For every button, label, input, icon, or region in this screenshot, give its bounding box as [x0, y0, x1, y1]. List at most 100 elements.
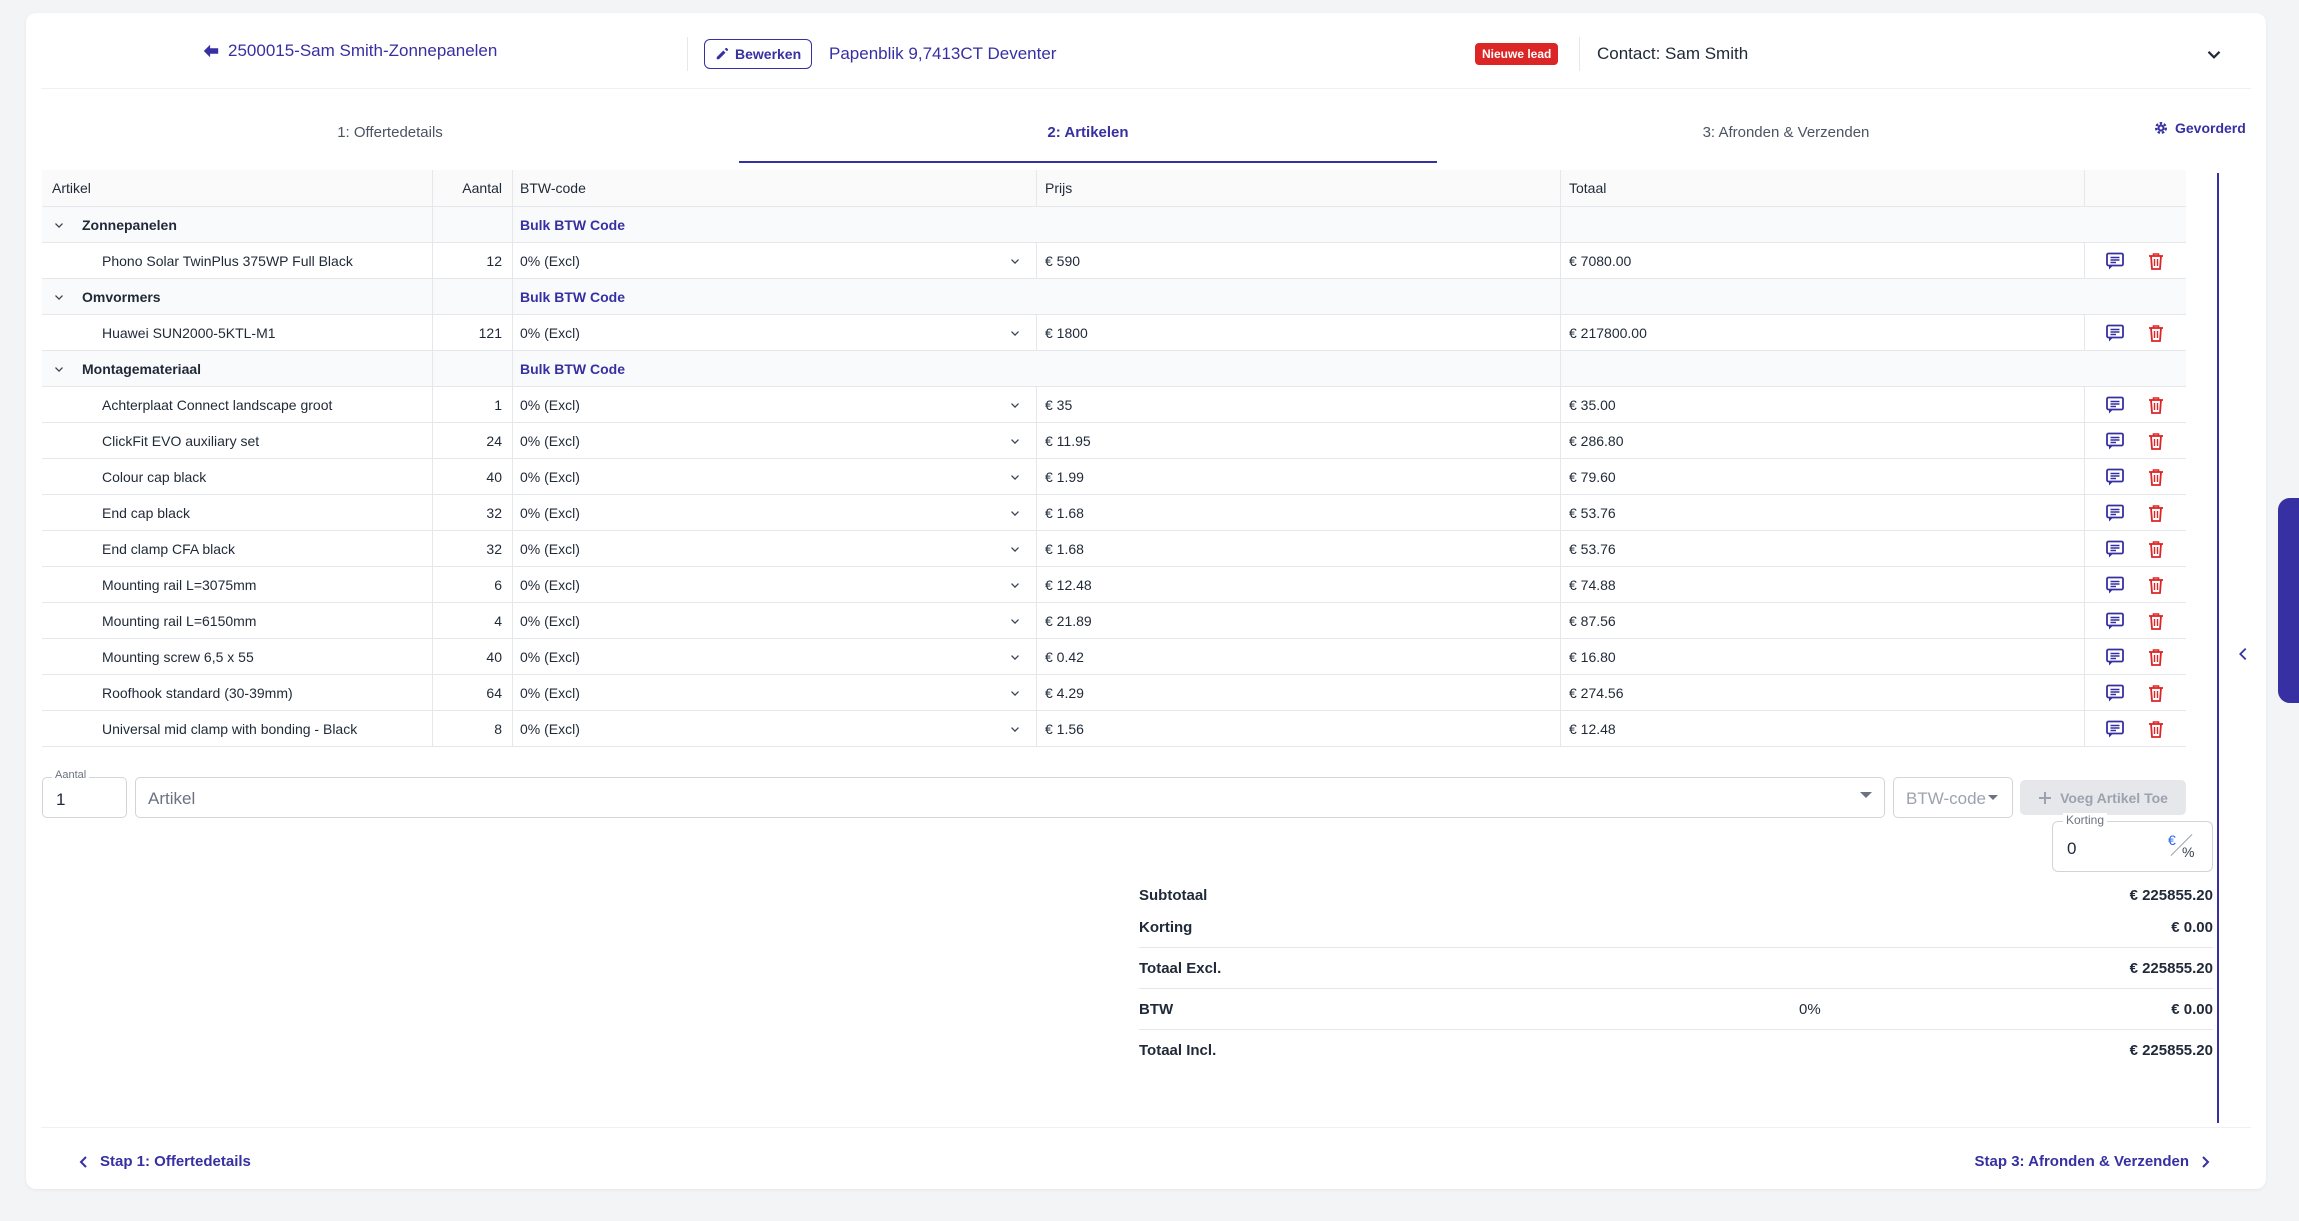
- delete-button[interactable]: [2145, 682, 2167, 704]
- advanced-button[interactable]: Gevorderd: [2153, 120, 2246, 136]
- vat-select[interactable]: 0% (Excl): [512, 675, 1036, 710]
- bulk-vat-link[interactable]: Bulk BTW Code: [520, 217, 625, 233]
- side-panel-tab[interactable]: [2278, 498, 2299, 703]
- quantity-cell[interactable]: 64: [432, 675, 512, 710]
- price-cell[interactable]: € 590: [1036, 243, 1560, 278]
- chevron-down-icon[interactable]: [52, 218, 66, 232]
- next-step-link[interactable]: Stap 3: Afronden & Verzenden: [1975, 1153, 2211, 1170]
- vat-select[interactable]: 0% (Excl): [512, 243, 1036, 278]
- back-link[interactable]: 2500015-Sam Smith-Zonnepanelen: [202, 41, 497, 61]
- quantity-cell[interactable]: 8: [432, 711, 512, 746]
- comment-button[interactable]: [2104, 646, 2126, 668]
- delete-button[interactable]: [2145, 502, 2167, 524]
- delete-button[interactable]: [2145, 646, 2167, 668]
- delete-button[interactable]: [2145, 430, 2167, 452]
- quantity-cell[interactable]: 1: [432, 387, 512, 422]
- group-name-cell: Omvormers: [42, 279, 432, 314]
- discount-type-toggle[interactable]: € %: [2165, 832, 2199, 860]
- vat-select[interactable]: 0% (Excl): [512, 387, 1036, 422]
- vat-select[interactable]: 0% (Excl): [512, 567, 1036, 602]
- delete-button[interactable]: [2145, 538, 2167, 560]
- vat-value: 0% (Excl): [520, 720, 580, 737]
- comment-button[interactable]: [2104, 394, 2126, 416]
- tab-artikelen[interactable]: 2: Artikelen: [739, 103, 1437, 163]
- quantity-cell[interactable]: 4: [432, 603, 512, 638]
- delete-button[interactable]: [2145, 574, 2167, 596]
- vat-select[interactable]: 0% (Excl): [512, 495, 1036, 530]
- quantity-cell[interactable]: 12: [432, 243, 512, 278]
- group-actions-cell: [2084, 207, 2186, 242]
- tab-offertedetails[interactable]: 1: Offertedetails: [41, 103, 739, 163]
- price-cell[interactable]: € 1.56: [1036, 711, 1560, 746]
- comment-button[interactable]: [2104, 718, 2126, 740]
- price-cell[interactable]: € 1.68: [1036, 531, 1560, 566]
- bulk-vat-link[interactable]: Bulk BTW Code: [520, 361, 625, 377]
- vat-select[interactable]: 0% (Excl): [512, 711, 1036, 746]
- row-actions: [2084, 315, 2186, 350]
- add-article-button[interactable]: Voeg Artikel Toe: [2020, 780, 2186, 815]
- discount-field[interactable]: Korting 0 € %: [2052, 813, 2213, 872]
- article-select[interactable]: Artikel: [135, 777, 1885, 818]
- price-cell[interactable]: € 0.42: [1036, 639, 1560, 674]
- vat-select[interactable]: BTW-code: [1893, 777, 2013, 818]
- quantity-cell[interactable]: 32: [432, 495, 512, 530]
- comment-button[interactable]: [2104, 322, 2126, 344]
- delete-button[interactable]: [2145, 466, 2167, 488]
- comment-button[interactable]: [2104, 430, 2126, 452]
- chevron-down-icon[interactable]: [2203, 43, 2225, 65]
- edit-button[interactable]: Bewerken: [704, 39, 813, 69]
- price-cell[interactable]: € 21.89: [1036, 603, 1560, 638]
- status-badge: Nieuwe lead: [1475, 43, 1559, 65]
- quantity-cell[interactable]: 24: [432, 423, 512, 458]
- quantity-cell[interactable]: 32: [432, 531, 512, 566]
- comment-button[interactable]: [2104, 682, 2126, 704]
- comment-button[interactable]: [2104, 502, 2126, 524]
- price-cell[interactable]: € 35: [1036, 387, 1560, 422]
- price-cell[interactable]: € 1.99: [1036, 459, 1560, 494]
- group-qty-cell: [432, 351, 512, 386]
- quantity-cell[interactable]: 40: [432, 459, 512, 494]
- quantity-cell[interactable]: 40: [432, 639, 512, 674]
- tab-afronden[interactable]: 3: Afronden & Verzenden: [1437, 103, 2135, 163]
- row-actions: [2084, 423, 2186, 458]
- percent-option[interactable]: %: [2182, 844, 2194, 860]
- comment-button[interactable]: [2104, 610, 2126, 632]
- comment-button[interactable]: [2104, 466, 2126, 488]
- divider: [1579, 37, 1580, 71]
- bulk-vat-link[interactable]: Bulk BTW Code: [520, 289, 625, 305]
- comment-button[interactable]: [2104, 574, 2126, 596]
- delete-button[interactable]: [2145, 322, 2167, 344]
- vat-select[interactable]: 0% (Excl): [512, 423, 1036, 458]
- price-cell[interactable]: € 1800: [1036, 315, 1560, 350]
- euro-option[interactable]: €: [2168, 832, 2176, 848]
- chevron-down-icon: [1011, 727, 1019, 732]
- article-name: Achterplaat Connect landscape groot: [102, 396, 333, 413]
- subtotal-row: Subtotaal € 225855.20: [1139, 879, 2213, 911]
- previous-step-link[interactable]: Stap 1: Offertedetails: [78, 1153, 251, 1170]
- vat-select[interactable]: 0% (Excl): [512, 531, 1036, 566]
- vat-select[interactable]: 0% (Excl): [512, 603, 1036, 638]
- quantity-cell[interactable]: 6: [432, 567, 512, 602]
- quantity-cell[interactable]: 121: [432, 315, 512, 350]
- quantity-field[interactable]: Aantal 1: [42, 769, 127, 818]
- delete-button[interactable]: [2145, 394, 2167, 416]
- caret-down-icon: [1860, 792, 1872, 798]
- price-cell[interactable]: € 12.48: [1036, 567, 1560, 602]
- price-cell[interactable]: € 1.68: [1036, 495, 1560, 530]
- price-cell[interactable]: € 4.29: [1036, 675, 1560, 710]
- header: 2500015-Sam Smith-Zonnepanelen Bewerken …: [26, 13, 2266, 96]
- comment-button[interactable]: [2104, 250, 2126, 272]
- vat-select[interactable]: 0% (Excl): [512, 459, 1036, 494]
- vat-select[interactable]: 0% (Excl): [512, 639, 1036, 674]
- delete-button[interactable]: [2145, 718, 2167, 740]
- group-row: Montagemateriaal Bulk BTW Code: [42, 351, 2186, 387]
- chevron-down-icon[interactable]: [52, 362, 66, 376]
- price-cell[interactable]: € 11.95: [1036, 423, 1560, 458]
- comment-button[interactable]: [2104, 538, 2126, 560]
- total-cell: € 87.56: [1560, 603, 2084, 638]
- chevron-left-icon[interactable]: [2234, 645, 2252, 663]
- delete-button[interactable]: [2145, 610, 2167, 632]
- chevron-down-icon[interactable]: [52, 290, 66, 304]
- vat-select[interactable]: 0% (Excl): [512, 315, 1036, 350]
- delete-button[interactable]: [2145, 250, 2167, 272]
